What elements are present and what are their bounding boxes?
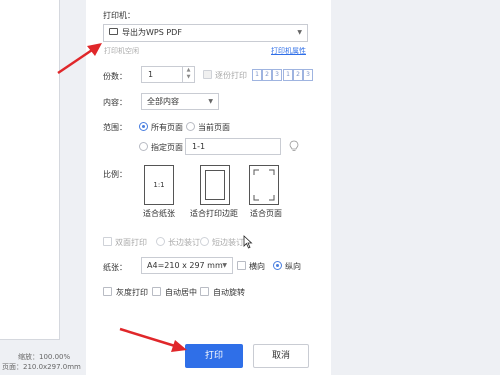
portrait-radio[interactable] [273,261,282,270]
short-edge-label: 短边装订 [212,238,244,247]
right-panel [331,0,500,375]
zoom-label: 缩放：100.00% [18,353,71,361]
printer-section-label: 打印机： [103,11,135,20]
range-specified-label: 指定页面 [151,143,183,152]
chevron-down-icon: ▼ [297,29,302,36]
collate-page-icon: 1 [283,69,293,81]
scale-fit-margins-option[interactable] [200,165,230,205]
auto-center-checkbox[interactable] [152,287,161,296]
range-all-radio[interactable] [139,122,148,131]
collate-page-icon: 3 [303,69,313,81]
chevron-down-icon: ▼ [208,98,213,105]
collate-checkbox[interactable] [203,70,212,79]
collate-label: 逐份打印 [215,71,247,80]
preview-info: 缩放：100.00% 页面：210.0x297.0mm [2,352,81,372]
preview-page [0,0,60,340]
cancel-button[interactable]: 取消 [253,344,309,368]
content-label: 内容： [103,98,127,107]
annotation-arrow-icon [57,43,102,75]
paper-select[interactable]: A4=210 x 297 mm ▼ [141,257,233,274]
collate-page-icon: 1 [252,69,262,81]
long-edge-label: 长边装订 [168,238,200,247]
scale-fit-paper-label: 适合纸张 [143,209,175,218]
scale-fit-margins-label: 适合打印边距 [190,209,238,218]
collate-page-icon: 3 [272,69,282,81]
long-edge-radio[interactable] [156,237,165,246]
copies-label: 份数： [103,72,127,81]
printer-select-value: 导出为WPS PDF [122,28,182,37]
auto-rotate-label: 自动旋转 [213,288,245,297]
scale-fit-paper-option[interactable]: 1:1 [144,165,174,205]
print-dialog: 打印机： 导出为WPS PDF ▼ 打印机空闲 打印机属性 份数： 1 ▲ ▼ 逐… [86,0,331,375]
scale-label: 比例： [103,170,127,179]
copies-stepper[interactable]: 1 ▲ ▼ [141,66,195,83]
paper-select-value: A4=210 x 297 mm [147,261,223,270]
collate-page-icon: 2 [293,69,303,81]
mouse-cursor-icon [243,235,253,249]
range-current-label: 当前页面 [198,123,230,132]
auto-center-label: 自动居中 [165,288,197,297]
print-button[interactable]: 打印 [185,344,243,368]
annotation-arrow-icon [119,327,187,352]
range-all-label: 所有页面 [151,123,183,132]
landscape-label: 横向 [249,262,265,271]
scale-fit-page-label: 适合页面 [250,209,282,218]
scale-fit-page-option[interactable] [249,165,279,205]
paper-label: 纸张： [103,263,127,272]
duplex-label: 双面打印 [115,238,147,247]
landscape-checkbox[interactable] [237,261,246,270]
duplex-checkbox[interactable] [103,237,112,246]
range-current-radio[interactable] [186,122,195,131]
collate-page-icon: 2 [262,69,272,81]
range-label: 范围： [103,123,127,132]
short-edge-radio[interactable] [200,237,209,246]
scale-ratio-text: 1:1 [153,181,165,189]
lightbulb-icon[interactable] [289,140,299,152]
range-specified-radio[interactable] [139,142,148,151]
chevron-down-icon: ▼ [222,262,227,269]
portrait-label: 纵向 [285,262,301,271]
copies-value: 1 [148,70,154,79]
printer-properties-link[interactable]: 打印机属性 [271,46,306,56]
page-range-value: 1-1 [192,142,206,151]
content-select[interactable]: 全部内容 ▼ [141,93,219,110]
corner-brackets-icon [253,169,275,201]
page-size-label: 页面：210.0x297.0mm [2,363,81,371]
page-range-input[interactable]: 1-1 [185,138,281,155]
content-select-value: 全部内容 [147,97,179,106]
printer-icon [109,28,118,35]
margin-frame-icon [205,170,225,200]
grayscale-checkbox[interactable] [103,287,112,296]
grayscale-label: 灰度打印 [116,288,148,297]
copies-spin-buttons[interactable]: ▲ ▼ [182,67,194,82]
printer-select[interactable]: 导出为WPS PDF ▼ [103,24,308,42]
printer-status: 打印机空闲 [104,47,139,55]
auto-rotate-checkbox[interactable] [200,287,209,296]
